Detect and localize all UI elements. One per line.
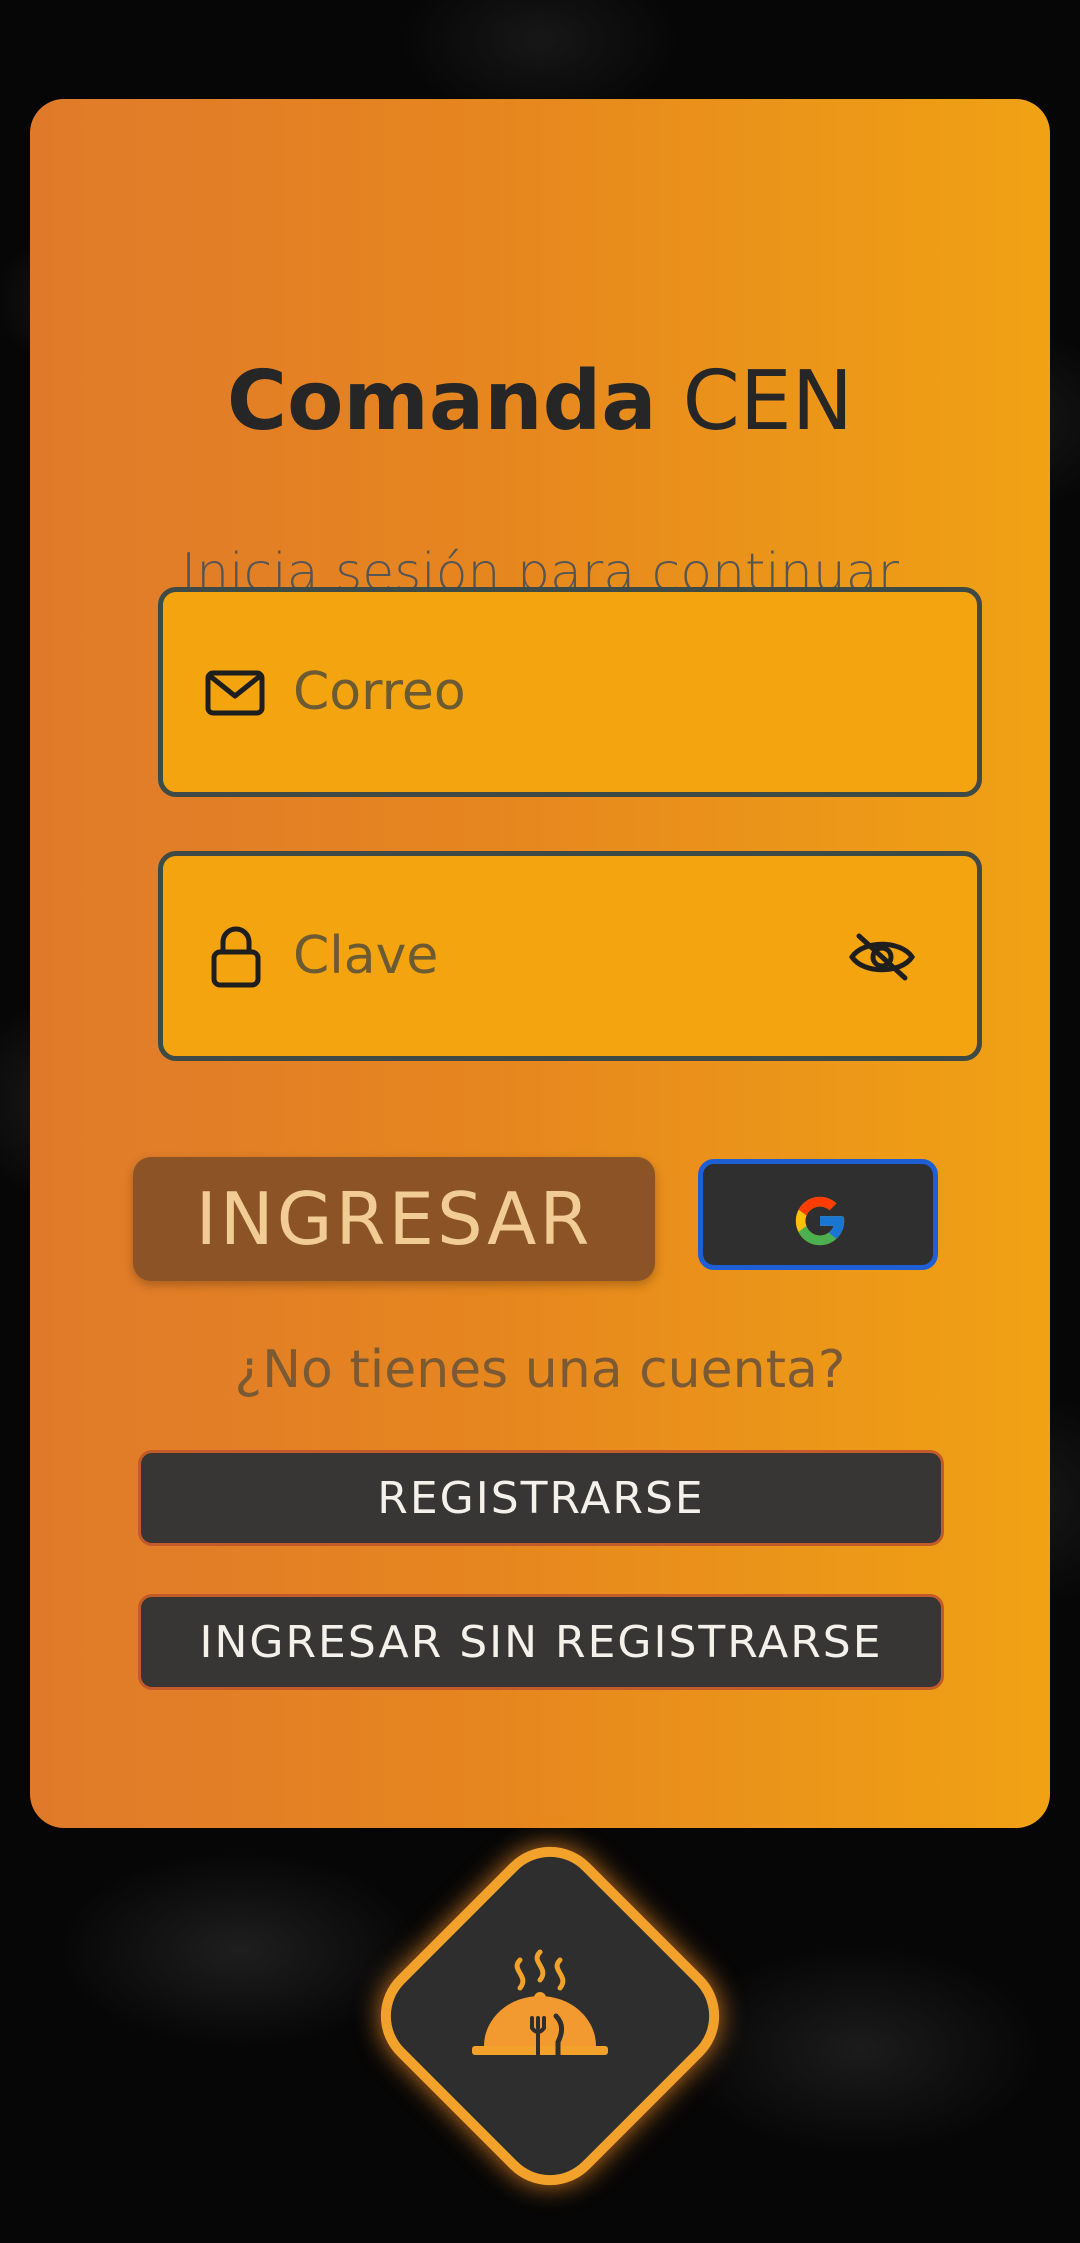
google-signin-button[interactable] bbox=[698, 1159, 938, 1270]
google-icon bbox=[795, 1196, 845, 1246]
no-account-text: ¿No tienes una cuenta? bbox=[234, 1340, 846, 1400]
login-button[interactable]: INGRESAR bbox=[133, 1157, 655, 1281]
login-card: Comanda CEN Inicia sesión para continuar… bbox=[30, 99, 1050, 1828]
app-title-regular: CEN bbox=[656, 354, 854, 449]
lock-icon bbox=[211, 926, 261, 992]
restaurant-logo-icon bbox=[434, 1900, 666, 2132]
eye-off-icon[interactable] bbox=[849, 930, 915, 988]
register-button[interactable]: REGISTRARSE bbox=[138, 1450, 944, 1546]
email-placeholder: Correo bbox=[293, 662, 466, 722]
app-title-bold: Comanda bbox=[226, 354, 657, 449]
mail-icon bbox=[205, 670, 265, 720]
app-title: Comanda CEN bbox=[30, 354, 1050, 449]
email-field[interactable]: Correo bbox=[158, 587, 982, 797]
password-placeholder: Clave bbox=[293, 926, 439, 986]
guest-login-button[interactable]: INGRESAR SIN REGISTRARSE bbox=[138, 1594, 944, 1690]
password-field[interactable]: Clave bbox=[158, 851, 982, 1061]
